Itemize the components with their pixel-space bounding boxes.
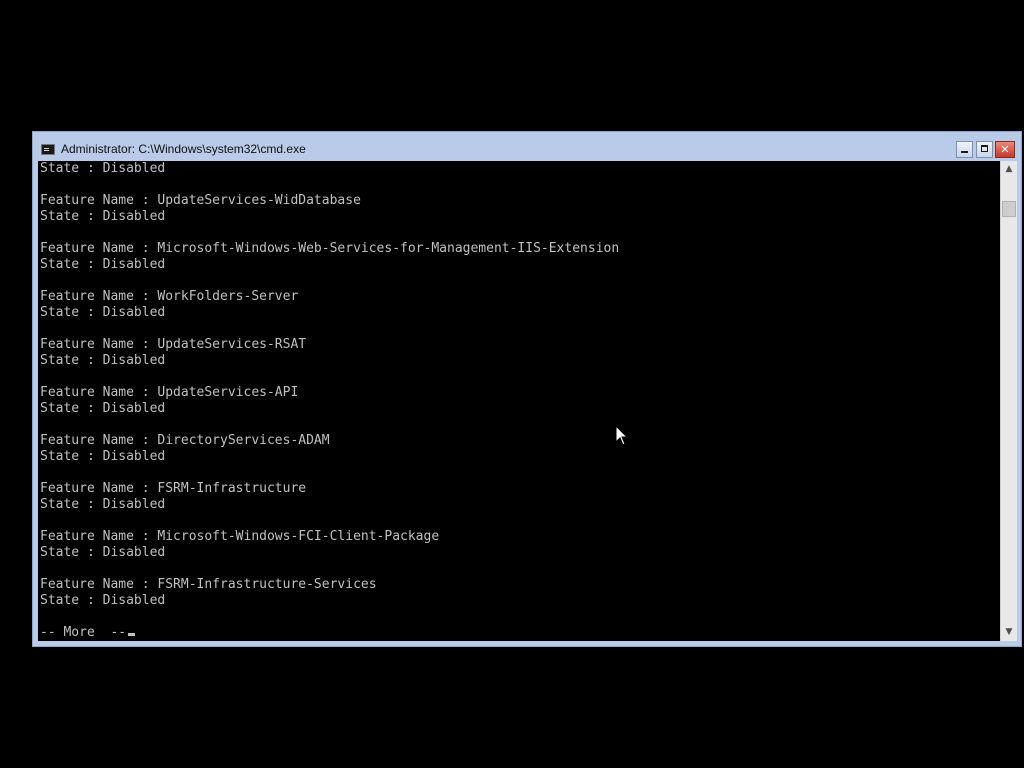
console-line-text: Feature Name : DirectoryServices-ADAM (40, 433, 330, 448)
window-title: Administrator: C:\Windows\system32\cmd.e… (61, 142, 306, 156)
console-line-text: Feature Name : UpdateServices-API (40, 385, 299, 400)
console-line-text: Feature Name : UpdateServices-WidDatabas… (40, 193, 361, 208)
maximize-button[interactable] (976, 141, 993, 158)
minimize-icon (961, 151, 968, 153)
desktop: Administrator: C:\Windows\system32\cmd.e… (0, 0, 1024, 768)
minimize-button[interactable] (956, 141, 973, 158)
console-line: State : Disabled (40, 305, 165, 321)
console-line: Feature Name : FSRM-Infrastructure (40, 481, 306, 497)
console-line: State : Disabled (40, 161, 165, 177)
scroll-thumb[interactable] (1002, 201, 1016, 217)
console-line: Feature Name : WorkFolders-Server (40, 289, 298, 305)
console-line: State : Disabled (40, 449, 165, 465)
maximize-icon (981, 145, 988, 152)
scroll-down-arrow-icon[interactable]: ▼ (1001, 624, 1017, 641)
console-line: Feature Name : DirectoryServices-ADAM (40, 433, 330, 449)
console-line-text: State : Disabled (40, 497, 166, 512)
console-line-text: -- More -- (40, 625, 127, 640)
console-line: State : Disabled (40, 401, 165, 417)
console-line: Feature Name : UpdateServices-WidDatabas… (40, 193, 361, 209)
console-line: State : Disabled (40, 497, 165, 513)
close-button[interactable]: ✕ (995, 141, 1015, 158)
console-line: State : Disabled (40, 593, 165, 609)
text-cursor (128, 633, 136, 636)
title-bar[interactable]: Administrator: C:\Windows\system32\cmd.e… (33, 132, 1021, 161)
console-line-text: Feature Name : FSRM-Infrastructure (40, 481, 307, 496)
console-line: State : Disabled (40, 545, 165, 561)
vertical-scrollbar[interactable]: ▲ ▼ (1000, 161, 1017, 641)
console-line: State : Disabled (40, 257, 165, 273)
console-line-text: State : Disabled (40, 449, 166, 464)
console-line-text: State : Disabled (40, 257, 166, 272)
console-line: Feature Name : FSRM-Infrastructure-Servi… (40, 577, 377, 593)
console-line: State : Disabled (40, 209, 165, 225)
console-line: Feature Name : Microsoft-Windows-FCI-Cli… (40, 529, 439, 545)
console-line-text: Feature Name : UpdateServices-RSAT (40, 337, 307, 352)
console-line-text: Feature Name : Microsoft-Windows-Web-Ser… (40, 241, 620, 256)
console-line-text: Feature Name : Microsoft-Windows-FCI-Cli… (40, 529, 440, 544)
console-line-text: State : Disabled (40, 305, 166, 320)
close-icon: ✕ (1000, 143, 1010, 156)
console-line-text: State : Disabled (40, 401, 166, 416)
console-line-text: State : Disabled (40, 161, 166, 176)
console-line-text: State : Disabled (40, 593, 166, 608)
console-line: -- More -- (40, 625, 136, 641)
console-line-text: Feature Name : FSRM-Infrastructure-Servi… (40, 577, 377, 592)
mouse-pointer-icon (615, 425, 629, 446)
console-line: Feature Name : UpdateServices-RSAT (40, 337, 306, 353)
console-line-text: State : Disabled (40, 209, 166, 224)
console-line-text: State : Disabled (40, 353, 166, 368)
cmd-window[interactable]: Administrator: C:\Windows\system32\cmd.e… (32, 131, 1022, 647)
console-line-text: State : Disabled (40, 545, 166, 560)
console-line-text: Feature Name : WorkFolders-Server (40, 289, 299, 304)
console-output[interactable]: State : Disabled Feature Name : UpdateSer… (38, 161, 1000, 641)
console-line: Feature Name : UpdateServices-API (40, 385, 298, 401)
scroll-up-arrow-icon[interactable]: ▲ (1001, 161, 1017, 178)
cmd-app-icon[interactable] (41, 144, 55, 155)
console-line: State : Disabled (40, 353, 165, 369)
console-line: Feature Name : Microsoft-Windows-Web-Ser… (40, 241, 619, 257)
